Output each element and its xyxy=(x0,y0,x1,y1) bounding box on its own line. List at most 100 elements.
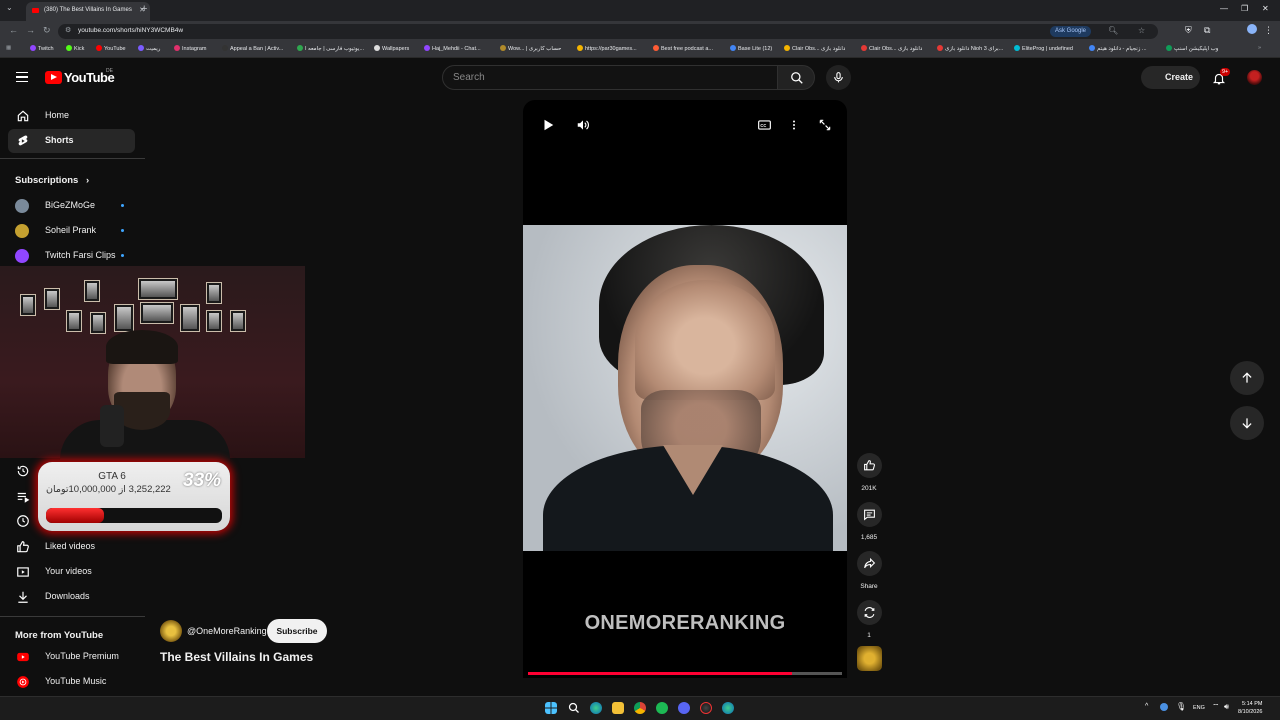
app-icon[interactable] xyxy=(700,702,712,714)
subscription-item[interactable]: Soheil Prank xyxy=(8,219,135,243)
bookmark-item[interactable]: Twitch xyxy=(30,45,54,52)
subscribe-button[interactable]: Subscribe xyxy=(267,619,327,643)
bookmark-item[interactable]: Base Lite (12) xyxy=(730,45,772,52)
sidebar-item-youtube-premium[interactable]: YouTube Premium xyxy=(8,645,135,669)
sidebar-item-liked-videos[interactable]: Liked videos xyxy=(8,535,135,559)
bookmark-item[interactable]: Wow... | حساب کاربری xyxy=(500,45,561,52)
create-button[interactable]: Create xyxy=(1141,66,1200,89)
apps-grid-icon[interactable]: ▦ xyxy=(6,45,11,51)
zoom-icon[interactable]: 🔍︎ xyxy=(1108,26,1118,35)
close-window-icon[interactable]: ✕ xyxy=(1262,4,1269,13)
search-input[interactable]: Search xyxy=(442,65,778,90)
back-arrow-icon[interactable]: ← xyxy=(9,25,18,35)
bookmark-item[interactable]: Clair Obs... دانلود بازی xyxy=(784,45,845,52)
sidebar-item-your-videos[interactable]: Your videos xyxy=(8,560,135,584)
previous-short-button[interactable] xyxy=(1230,361,1264,395)
comments-button[interactable] xyxy=(857,502,882,527)
channel-avatar[interactable] xyxy=(160,620,182,642)
spotify-icon[interactable] xyxy=(656,702,668,714)
remix-button[interactable] xyxy=(857,600,882,625)
sidebar-item-shorts[interactable]: Shorts xyxy=(8,129,135,153)
ask-google-button[interactable]: Ask Google xyxy=(1050,26,1092,37)
like-button[interactable] xyxy=(857,453,882,478)
chrome-browser-icon[interactable] xyxy=(634,702,646,714)
subscription-item[interactable]: BiGeZMoGe xyxy=(8,194,135,218)
tray-chevron-icon[interactable]: ^ xyxy=(1145,703,1148,710)
voice-search-button[interactable] xyxy=(826,65,851,90)
share-button[interactable] xyxy=(857,551,882,576)
bookmark-item[interactable]: یوتیوب فارسی | جامعه ا... xyxy=(297,45,364,52)
bookmark-item[interactable]: Haj_Mehdii - Chat... xyxy=(424,45,481,52)
bookmark-item[interactable]: Instagram xyxy=(174,45,206,52)
bookmark-item[interactable]: زنجیام - دانلود هیتم ... xyxy=(1089,45,1147,52)
extensions-icon[interactable]: ⧉ xyxy=(1204,25,1210,36)
bookmark-item[interactable]: Kick xyxy=(66,45,84,52)
volume-icon[interactable] xyxy=(575,118,591,132)
bookmark-item[interactable]: وب اپلیکیشن اسنپ xyxy=(1166,45,1218,52)
more-bookmarks-icon[interactable]: » xyxy=(1258,45,1261,51)
system-clock[interactable]: 5:14 PM 8/10/2026 xyxy=(1238,700,1262,716)
wall-poster xyxy=(206,282,222,304)
tray-mic-icon[interactable]: 🎙︎ xyxy=(1176,702,1186,711)
subscription-item[interactable]: Twitch Farsi Clips xyxy=(8,244,135,268)
edge-browser-icon[interactable] xyxy=(590,702,602,714)
fullscreen-icon[interactable] xyxy=(818,118,832,132)
youtube-logo-icon[interactable] xyxy=(45,71,62,84)
menu-hamburger-icon[interactable] xyxy=(16,72,28,82)
youtube-header: YouTube DE Search + Create 9+ xyxy=(0,58,1280,98)
wifi-icon[interactable]: ⌔ xyxy=(1212,702,1220,712)
omnibox[interactable]: ⚙ youtube.com/shorts/hiNY3WCMB4w Ask Goo… xyxy=(58,24,1158,39)
account-avatar[interactable] xyxy=(1247,70,1262,85)
bookmark-item[interactable]: https://par30games... xyxy=(577,45,637,52)
site-info-icon[interactable]: ⚙ xyxy=(65,26,71,34)
sidebar-item-downloads[interactable]: Downloads xyxy=(8,585,135,609)
shorts-player[interactable]: CC ONEMORERANKING xyxy=(523,100,847,678)
sidebar-item-label: Shorts xyxy=(45,135,74,145)
reload-icon[interactable]: ↻ xyxy=(43,25,51,36)
search-button[interactable] xyxy=(777,65,815,90)
channel-thumbnail[interactable] xyxy=(857,646,882,671)
tab-list-chevron-icon[interactable]: ⌄ xyxy=(6,3,13,12)
bookmark-item[interactable]: Wallpapers xyxy=(374,45,409,52)
bookmark-star-icon[interactable]: ☆ xyxy=(1138,26,1145,35)
taskbar-search-icon[interactable] xyxy=(568,702,580,714)
wall-poster xyxy=(140,302,174,324)
sidebar-item-youtube-music[interactable]: YouTube Music xyxy=(8,670,135,694)
like-count: 201K xyxy=(861,485,877,492)
app-icon[interactable] xyxy=(722,702,734,714)
extension-shield-icon[interactable]: ⛨ xyxy=(1185,25,1192,36)
profile-avatar-icon[interactable] xyxy=(1247,24,1257,34)
input-language[interactable]: ENG xyxy=(1193,705,1205,711)
minimize-icon[interactable]: — xyxy=(1220,4,1228,13)
maximize-icon[interactable]: ❐ xyxy=(1241,4,1248,13)
bookmark-item[interactable]: Clair Obs... دانلود بازی xyxy=(861,45,922,52)
subscriptions-heading[interactable]: Subscriptions › xyxy=(15,175,89,186)
video-progress-bar[interactable] xyxy=(528,672,842,675)
more-options-icon[interactable] xyxy=(788,118,800,132)
speaker-icon[interactable]: 🔊︎ xyxy=(1224,702,1229,712)
sidebar-item-home[interactable]: Home xyxy=(8,104,135,128)
discord-icon[interactable] xyxy=(678,702,690,714)
new-tab-plus-icon[interactable]: + xyxy=(141,3,147,15)
channel-handle[interactable]: @OneMoreRanking xyxy=(187,626,267,636)
bookmark-item[interactable]: YouTube xyxy=(96,45,126,52)
bookmark-item[interactable]: دانلود بازی Nioh 3 برای... xyxy=(937,45,1003,52)
video-progress-fill xyxy=(528,672,792,675)
forward-arrow-icon[interactable]: → xyxy=(26,25,35,35)
captions-icon[interactable]: CC xyxy=(757,118,772,132)
windows-start-icon[interactable] xyxy=(545,702,557,714)
bookmark-item[interactable]: Best free podcast a... xyxy=(653,45,713,52)
browser-menu-icon[interactable]: ⋮ xyxy=(1264,25,1273,36)
tray-app-icon[interactable] xyxy=(1160,703,1168,711)
donation-amount-text: 3,252,222 از 10,000,000تومان xyxy=(46,484,171,495)
bookmark-item[interactable]: ریمیت xyxy=(138,45,160,52)
url-text[interactable]: youtube.com/shorts/hiNY3WCMB4w xyxy=(78,27,183,34)
next-short-button[interactable] xyxy=(1230,406,1264,440)
file-explorer-icon[interactable] xyxy=(612,702,624,714)
bookmark-item[interactable]: Appeal a Ban | Activ... xyxy=(222,45,283,52)
browser-tab-strip: ⌄ (380) The Best Villains In Games ✕ + —… xyxy=(0,0,1280,21)
browser-tab-active[interactable]: (380) The Best Villains In Games ✕ xyxy=(26,2,150,21)
bookmark-item[interactable]: EliteProg | undefined xyxy=(1014,45,1073,52)
your-videos-icon xyxy=(17,567,29,577)
play-icon[interactable] xyxy=(541,118,555,132)
